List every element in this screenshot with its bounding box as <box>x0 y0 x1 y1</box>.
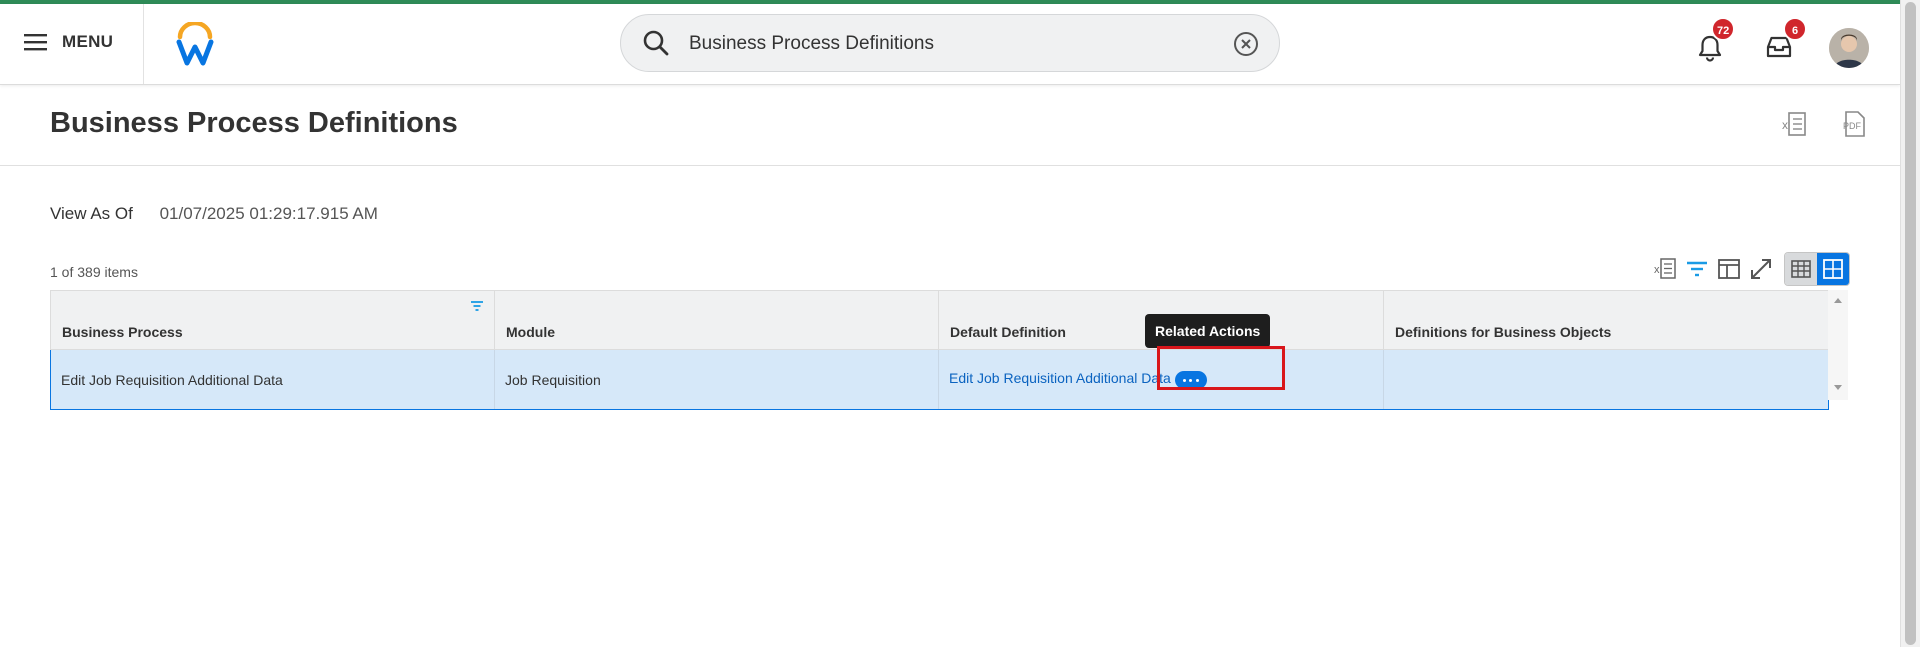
menu-label: MENU <box>62 32 114 51</box>
column-header-module[interactable]: Module <box>494 290 939 350</box>
svg-text:PDF: PDF <box>1843 121 1862 131</box>
column-header-definitions-for-business-objects[interactable]: Definitions for Business Objects <box>1383 290 1829 350</box>
svg-text:x: x <box>1654 264 1660 276</box>
search-box[interactable] <box>620 14 1280 72</box>
grid-view-icon[interactable] <box>1817 253 1849 285</box>
table-header-row: Business Process Module Default Definiti… <box>50 290 1829 350</box>
user-avatar[interactable] <box>1829 28 1869 68</box>
header-divider <box>143 4 144 84</box>
search-input[interactable] <box>687 27 1211 61</box>
export-excel-icon[interactable]: x <box>1780 110 1808 143</box>
view-as-of-value: 01/07/2025 01:29:17.915 AM <box>159 204 378 223</box>
export-pdf-icon[interactable]: PDF <box>1840 110 1868 143</box>
column-header-label: Business Process <box>62 324 183 340</box>
column-header-business-process[interactable]: Business Process <box>50 290 495 350</box>
hamburger-icon <box>24 34 47 51</box>
clear-icon[interactable] <box>1233 31 1259 57</box>
cell-definitions-for-business-objects <box>1383 349 1829 410</box>
business-process-table: Business Process Module Default Definiti… <box>50 290 1829 410</box>
table-row[interactable]: Edit Job Requisition Additional Data Job… <box>50 349 1829 410</box>
page-scrollbar[interactable] <box>1900 0 1920 647</box>
column-header-label: Module <box>506 324 555 340</box>
column-filter-icon[interactable] <box>470 300 484 312</box>
export-excel-icon[interactable]: x <box>1652 256 1678 282</box>
notifications-button[interactable]: 72 <box>1697 17 1736 67</box>
related-actions-tooltip: Related Actions <box>1145 314 1271 348</box>
view-as-of: View As Of 01/07/2025 01:29:17.915 AM <box>50 204 378 224</box>
fullscreen-icon[interactable] <box>1748 256 1774 282</box>
column-header-label: Definitions for Business Objects <box>1395 324 1612 340</box>
scroll-down-arrow-icon[interactable] <box>1833 384 1843 392</box>
inbox-button[interactable]: 6 <box>1765 17 1807 65</box>
column-header-label: Default Definition <box>950 324 1066 340</box>
notifications-badge: 72 <box>1711 17 1736 41</box>
cell-module: Job Requisition <box>494 349 939 410</box>
item-count: 1 of 389 items <box>50 264 138 280</box>
annotation-highlight <box>1157 346 1285 390</box>
table-view-icon[interactable] <box>1785 253 1817 285</box>
svg-text:x: x <box>1782 118 1788 132</box>
view-toggle <box>1784 252 1850 286</box>
cell-business-process: Edit Job Requisition Additional Data <box>50 349 495 410</box>
page-scrollbar-thumb[interactable] <box>1905 2 1916 645</box>
default-definition-link[interactable]: Edit Job Requisition Additional Data <box>949 370 1171 386</box>
page-title-bar: Business Process Definitions x PDF <box>0 85 1900 166</box>
view-as-of-label: View As Of <box>50 204 133 223</box>
menu-button[interactable]: MENU <box>24 32 113 52</box>
global-header: MENU 72 6 <box>0 4 1900 85</box>
page-title: Business Process Definitions <box>50 107 458 139</box>
inbox-badge: 6 <box>1783 17 1807 41</box>
table-toolbar: x <box>1652 252 1850 286</box>
search-icon <box>643 30 669 56</box>
filter-icon[interactable] <box>1684 256 1710 282</box>
column-layout-icon[interactable] <box>1716 256 1742 282</box>
workday-logo[interactable] <box>175 20 215 71</box>
scroll-up-arrow-icon[interactable] <box>1833 296 1843 304</box>
